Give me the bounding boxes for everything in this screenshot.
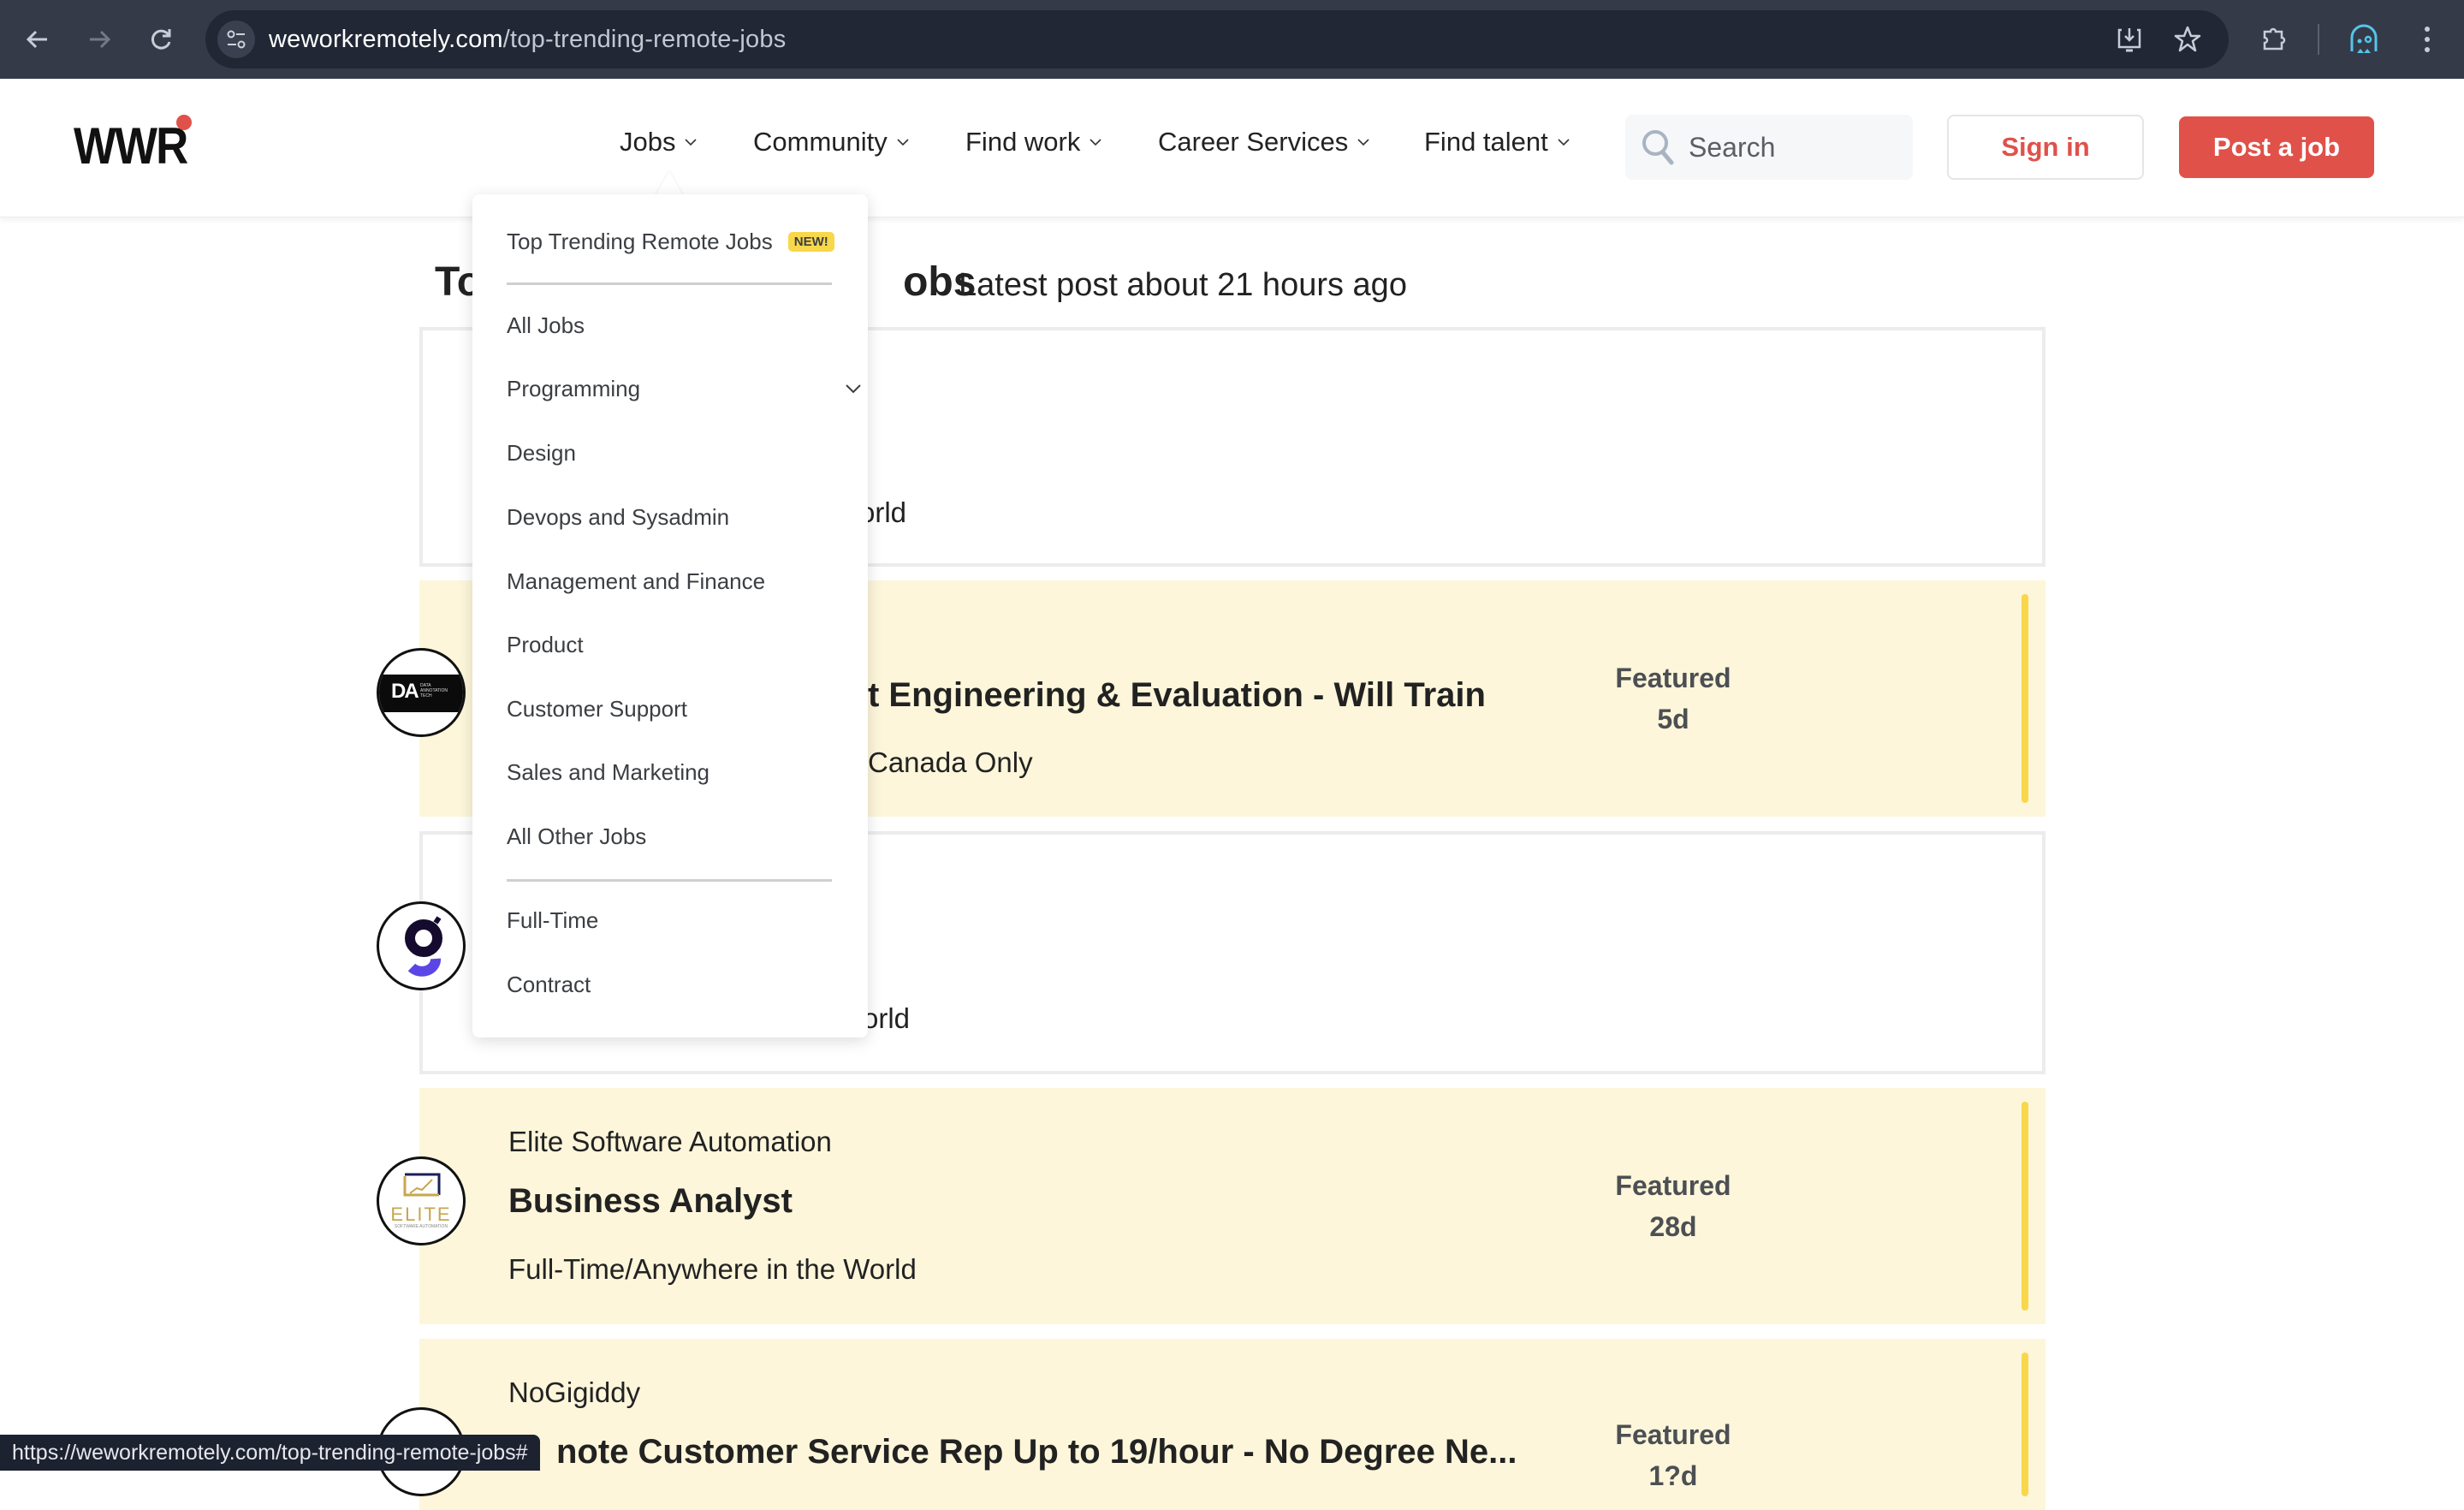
reload-button[interactable] — [140, 19, 181, 60]
logo-sub: SOFTWARE AUTOMATION — [394, 1224, 448, 1229]
job-meta: orld — [863, 1002, 911, 1034]
menu-divider — [507, 282, 832, 285]
menu-item-sales-marketing[interactable]: Sales and Marketing — [507, 759, 710, 786]
menu-item-contract[interactable]: Contract — [507, 972, 591, 998]
featured-label: Featured 5d — [1596, 657, 1750, 740]
chevron-down-icon — [897, 139, 909, 146]
logo-dot-icon — [176, 115, 192, 130]
featured-accent-bar — [2022, 594, 2028, 803]
back-icon — [26, 30, 47, 49]
extensions-button[interactable] — [2254, 21, 2292, 58]
nav-career-services[interactable]: Career Services — [1158, 127, 1370, 158]
company-logo[interactable] — [377, 901, 466, 990]
menu-item-management-finance[interactable]: Management and Finance — [507, 568, 765, 595]
menu-item-customer-support[interactable]: Customer Support — [507, 696, 687, 722]
job-age: 5d — [1657, 704, 1689, 734]
company-name: NoGigiddy — [508, 1376, 641, 1408]
job-title: Business Analyst — [508, 1182, 793, 1220]
search-input[interactable]: Search — [1625, 115, 1913, 180]
job-title: t Engineering & Evaluation - Will Train — [868, 676, 1486, 714]
new-badge: NEW! — [787, 232, 834, 252]
job-age: 1?d — [1648, 1460, 1698, 1491]
back-button[interactable] — [17, 19, 58, 60]
menu-item-devops[interactable]: Devops and Sysadmin — [507, 504, 729, 531]
nav-career-services-label: Career Services — [1158, 127, 1349, 157]
chevron-down-icon — [1090, 139, 1101, 146]
search-icon — [1642, 130, 1674, 165]
company-name: Elite Software Automation — [508, 1126, 832, 1157]
menu-item-full-time[interactable]: Full-Time — [507, 907, 598, 934]
forward-button[interactable] — [79, 19, 120, 60]
company-logo[interactable]: DA DATA ANNOTATION TECH — [377, 648, 466, 737]
bookmark-star-icon — [2174, 26, 2201, 52]
latest-post-text: Latest post about 21 hours ago — [959, 267, 1407, 303]
link-status-bubble: https://weworkremotely.com/top-trending-… — [0, 1435, 540, 1471]
featured-accent-bar — [2022, 1102, 2028, 1311]
forward-icon — [90, 30, 111, 49]
job-card-featured[interactable]: Elite Software Automation Business Analy… — [419, 1088, 2045, 1324]
menu-item-top-trending[interactable]: Top Trending Remote Jobs NEW! — [507, 229, 834, 255]
menu-item-label: Top Trending Remote Jobs — [507, 229, 773, 254]
sign-in-button[interactable]: Sign in — [1947, 115, 2144, 180]
chevron-down-icon[interactable] — [845, 383, 862, 395]
menu-item-product[interactable]: Product — [507, 632, 584, 658]
nav-find-talent-label: Find talent — [1424, 127, 1548, 157]
nav-find-talent[interactable]: Find talent — [1424, 127, 1570, 158]
address-bar[interactable]: weworkremotely.com/top-trending-remote-j… — [205, 10, 2229, 68]
job-card-featured[interactable]: NoGigiddy note Customer Service Rep Up t… — [419, 1339, 2045, 1510]
nav-community-label: Community — [753, 127, 888, 157]
site-header: WWR Jobs Community Find work Career Serv… — [0, 79, 2464, 217]
job-title: note Customer Service Rep Up to 19/hour … — [556, 1433, 1517, 1471]
menu-item-all-other-jobs[interactable]: All Other Jobs — [507, 823, 646, 850]
install-app-icon — [2117, 28, 2141, 52]
jobs-dropdown-menu: Top Trending Remote Jobs NEW! All Jobs Pr… — [472, 194, 868, 1037]
featured-label: Featured 1?d — [1596, 1414, 1750, 1496]
nav-find-work[interactable]: Find work — [965, 127, 1102, 158]
featured-label: Featured 28d — [1596, 1165, 1750, 1247]
url-host: weworkremotely.com — [269, 26, 503, 53]
chevron-down-icon — [685, 139, 698, 146]
extensions-icon — [2263, 27, 2286, 51]
featured-accent-bar — [2022, 1352, 2028, 1496]
menu-divider — [507, 879, 832, 882]
job-age: 28d — [1649, 1211, 1697, 1242]
featured-badge: Featured — [1615, 1419, 1731, 1450]
profile-icon — [2350, 24, 2378, 53]
menu-item-design[interactable]: Design — [507, 440, 576, 467]
url-path: /top-trending-remote-jobs — [502, 26, 787, 53]
bookmark-button[interactable] — [2169, 21, 2206, 58]
logo-sub-line: TECH — [420, 693, 432, 699]
nav-jobs-label: Jobs — [620, 127, 676, 157]
job-meta: Full-Time/Anywhere in the World — [508, 1253, 917, 1285]
featured-badge: Featured — [1615, 1170, 1731, 1201]
chevron-down-icon — [1558, 139, 1570, 146]
url-text[interactable]: weworkremotely.com/top-trending-remote-j… — [269, 26, 786, 54]
install-app-button[interactable] — [2111, 21, 2148, 58]
site-info-icon — [227, 30, 246, 49]
nav-jobs[interactable]: Jobs — [620, 127, 698, 158]
logo-sub: DATA ANNOTATION TECH — [420, 683, 448, 699]
logo-mark: DA — [391, 680, 419, 703]
job-meta: Canada Only — [868, 746, 1033, 778]
featured-badge: Featured — [1615, 663, 1731, 693]
browser-toolbar: weworkremotely.com/top-trending-remote-j… — [0, 0, 2464, 79]
company-logo[interactable]: ELITE SOFTWARE AUTOMATION — [377, 1156, 466, 1245]
reload-icon — [151, 29, 171, 50]
menu-item-all-jobs[interactable]: All Jobs — [507, 312, 585, 339]
toolbar-separator — [2318, 24, 2319, 55]
logo-mark: ELITE — [390, 1204, 452, 1225]
menu-item-programming[interactable]: Programming — [507, 376, 861, 402]
post-job-button[interactable]: Post a job — [2179, 116, 2374, 178]
menu-item-label: Programming — [507, 376, 641, 401]
search-placeholder: Search — [1689, 132, 1776, 163]
profile-button[interactable] — [2345, 21, 2383, 58]
nav-community[interactable]: Community — [753, 127, 910, 158]
chevron-down-icon — [1357, 139, 1369, 146]
browser-menu-button[interactable] — [2408, 21, 2446, 58]
dropdown-caret — [656, 171, 683, 195]
site-info-button[interactable] — [217, 21, 255, 58]
nav-find-work-label: Find work — [965, 127, 1081, 157]
menu-kebab-icon — [2425, 27, 2430, 52]
wwr-logo[interactable]: WWR — [74, 116, 188, 175]
